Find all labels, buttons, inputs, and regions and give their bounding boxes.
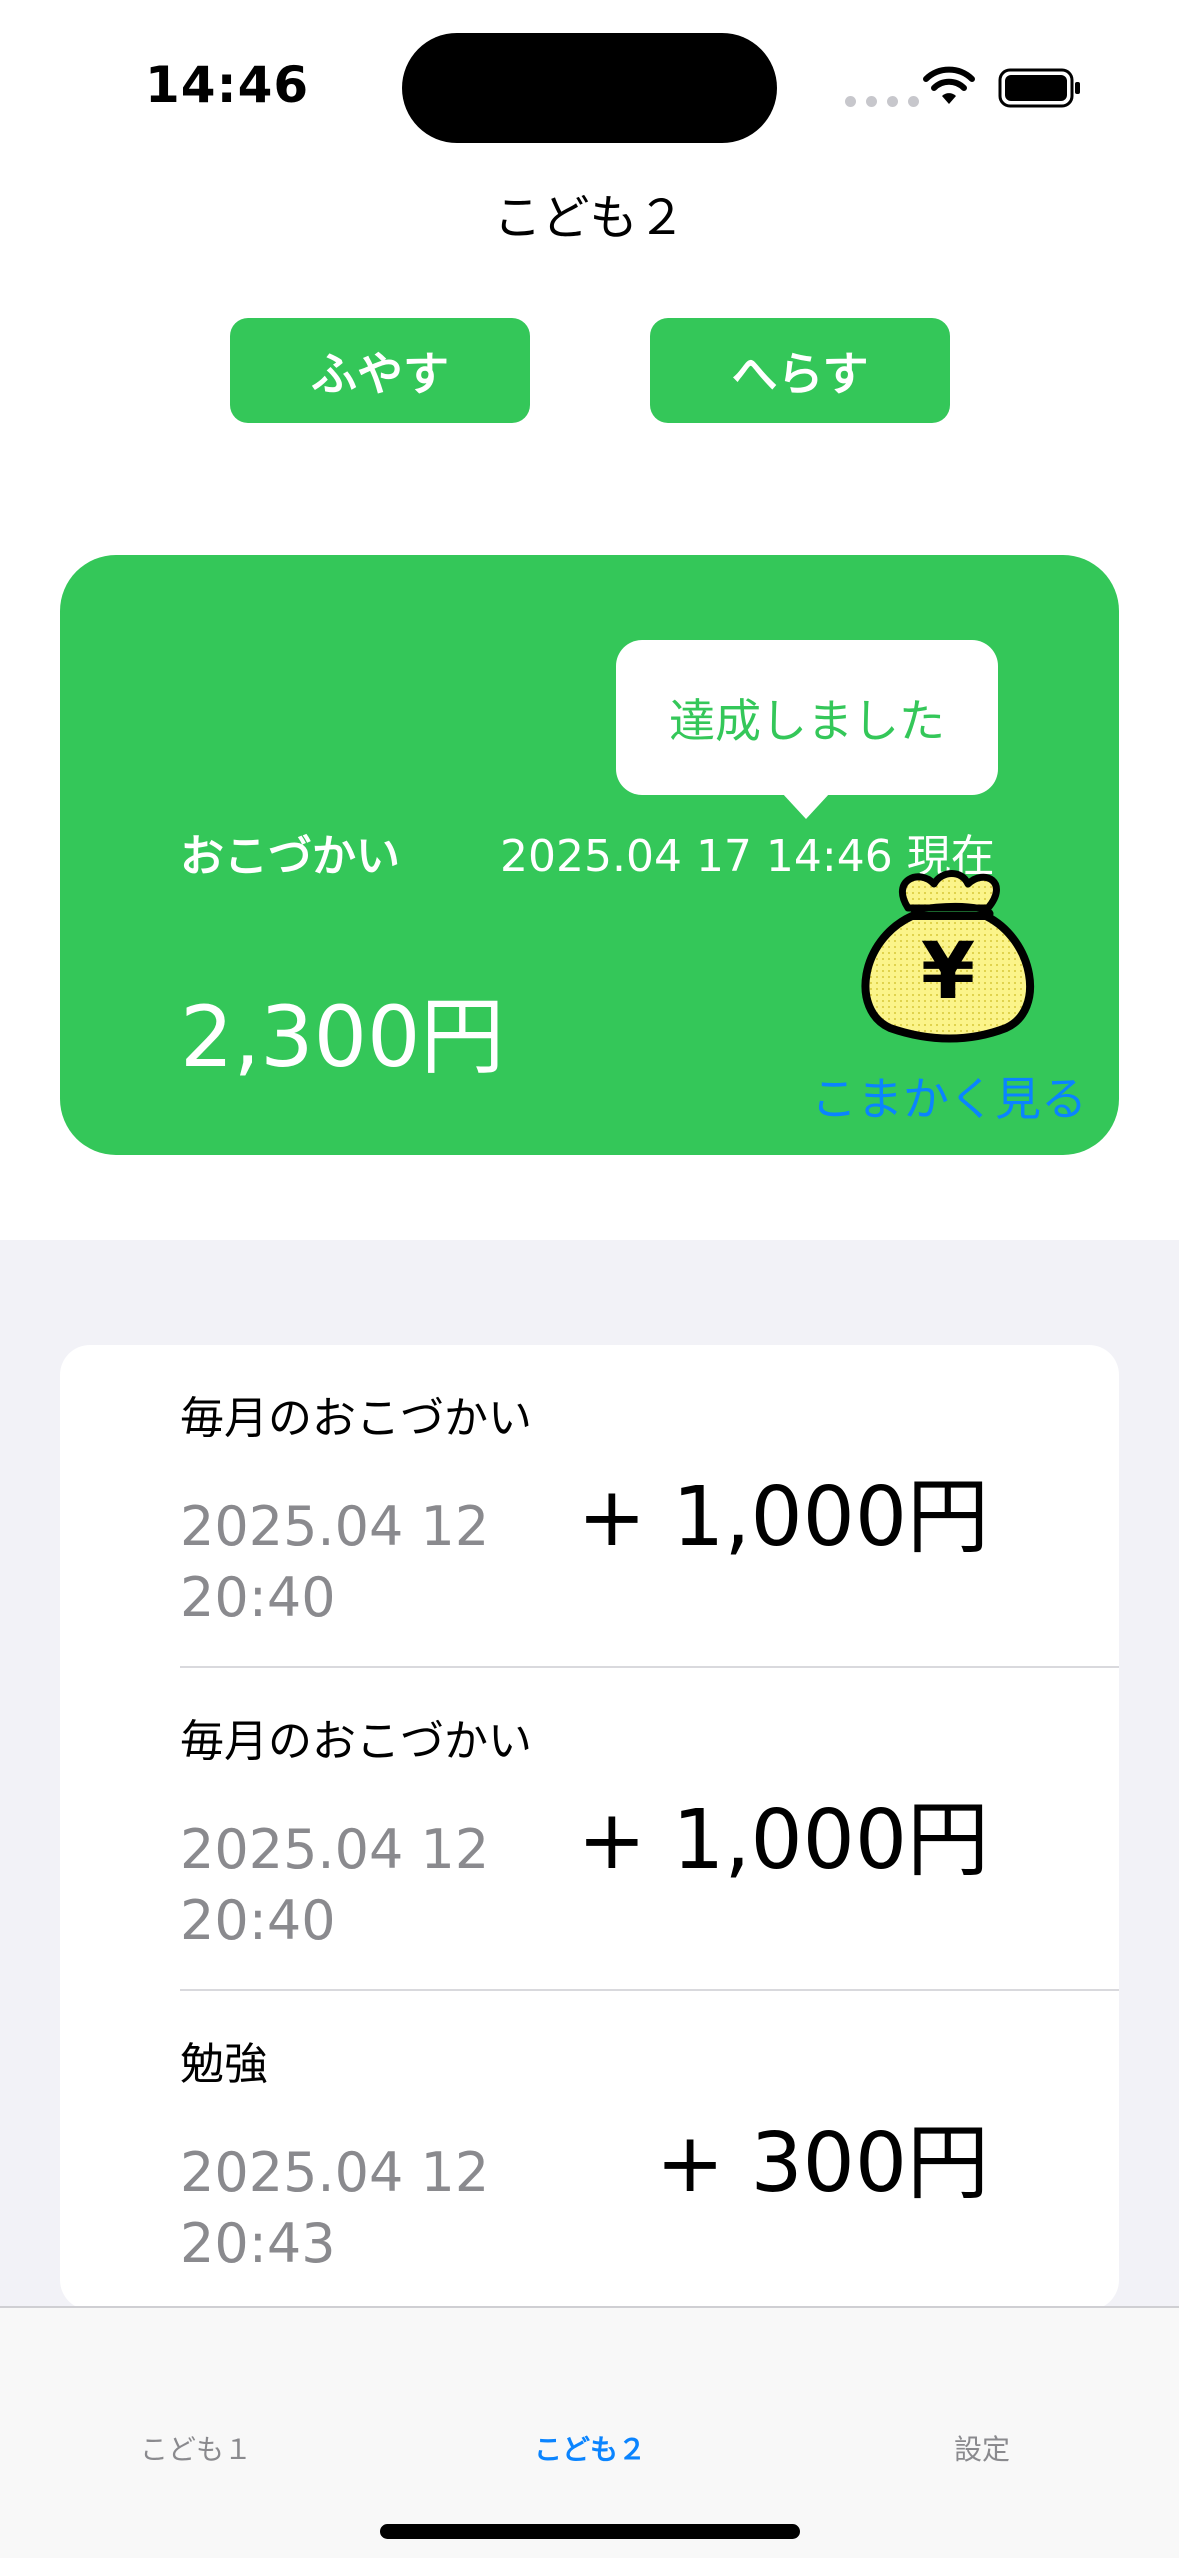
cellular-signal-icon [845, 96, 919, 107]
history-row[interactable]: 毎月のおこづかい 2025.04 12 20:40 + 1,000円 [60, 1668, 1119, 1991]
history-amount: + 300円 [655, 2116, 989, 2211]
wifi-icon [923, 66, 975, 104]
history-row[interactable]: 毎月のおこづかい 2025.04 12 20:40 + 1,000円 [60, 1345, 1119, 1668]
history-amount: + 1,000円 [577, 1470, 989, 1565]
details-link[interactable]: こまかく見る [811, 1063, 1087, 1129]
history-title: 毎月のおこづかい [180, 1393, 532, 1444]
history-title: 勉強 [180, 2039, 268, 2090]
history-date: 2025.04 12 20:40 [180, 1495, 490, 1629]
increase-button[interactable]: ふやす [230, 318, 530, 423]
allowance-card: 達成しました おこづかい 2025.04 17 14:46 現在 2,300円 … [60, 555, 1119, 1155]
tab-child-2[interactable]: こども２ [470, 2428, 710, 2468]
allowance-label: おこづかい [180, 831, 400, 882]
decrease-button[interactable]: へらす [650, 318, 950, 423]
history-row[interactable]: 勉強 2025.04 12 20:43 + 300円 [60, 1991, 1119, 2310]
money-bag-yen-icon[interactable]: ¥ [850, 860, 1040, 1050]
battery-icon [998, 68, 1080, 108]
history-date: 2025.04 12 20:43 [180, 2141, 490, 2275]
history-amount: + 1,000円 [577, 1793, 989, 1888]
dynamic-island [402, 33, 777, 143]
status-time: 14:46 [145, 56, 310, 114]
tab-bar: こども１ こども２ 設定 [0, 2306, 1179, 2558]
tab-child-1[interactable]: こども１ [76, 2428, 316, 2468]
achievement-tooltip: 達成しました [616, 640, 998, 795]
home-indicator[interactable] [380, 2524, 800, 2539]
history-list: 毎月のおこづかい 2025.04 12 20:40 + 1,000円 毎月のおこ… [60, 1345, 1119, 2310]
tooltip-arrow [782, 793, 830, 819]
tab-settings[interactable]: 設定 [862, 2428, 1102, 2468]
page-title: こども２ [493, 190, 686, 246]
history-title: 毎月のおこづかい [180, 1716, 532, 1767]
history-date: 2025.04 12 20:40 [180, 1818, 490, 1952]
svg-text:¥: ¥ [921, 927, 975, 1017]
allowance-amount: 2,300円 [180, 988, 505, 1086]
